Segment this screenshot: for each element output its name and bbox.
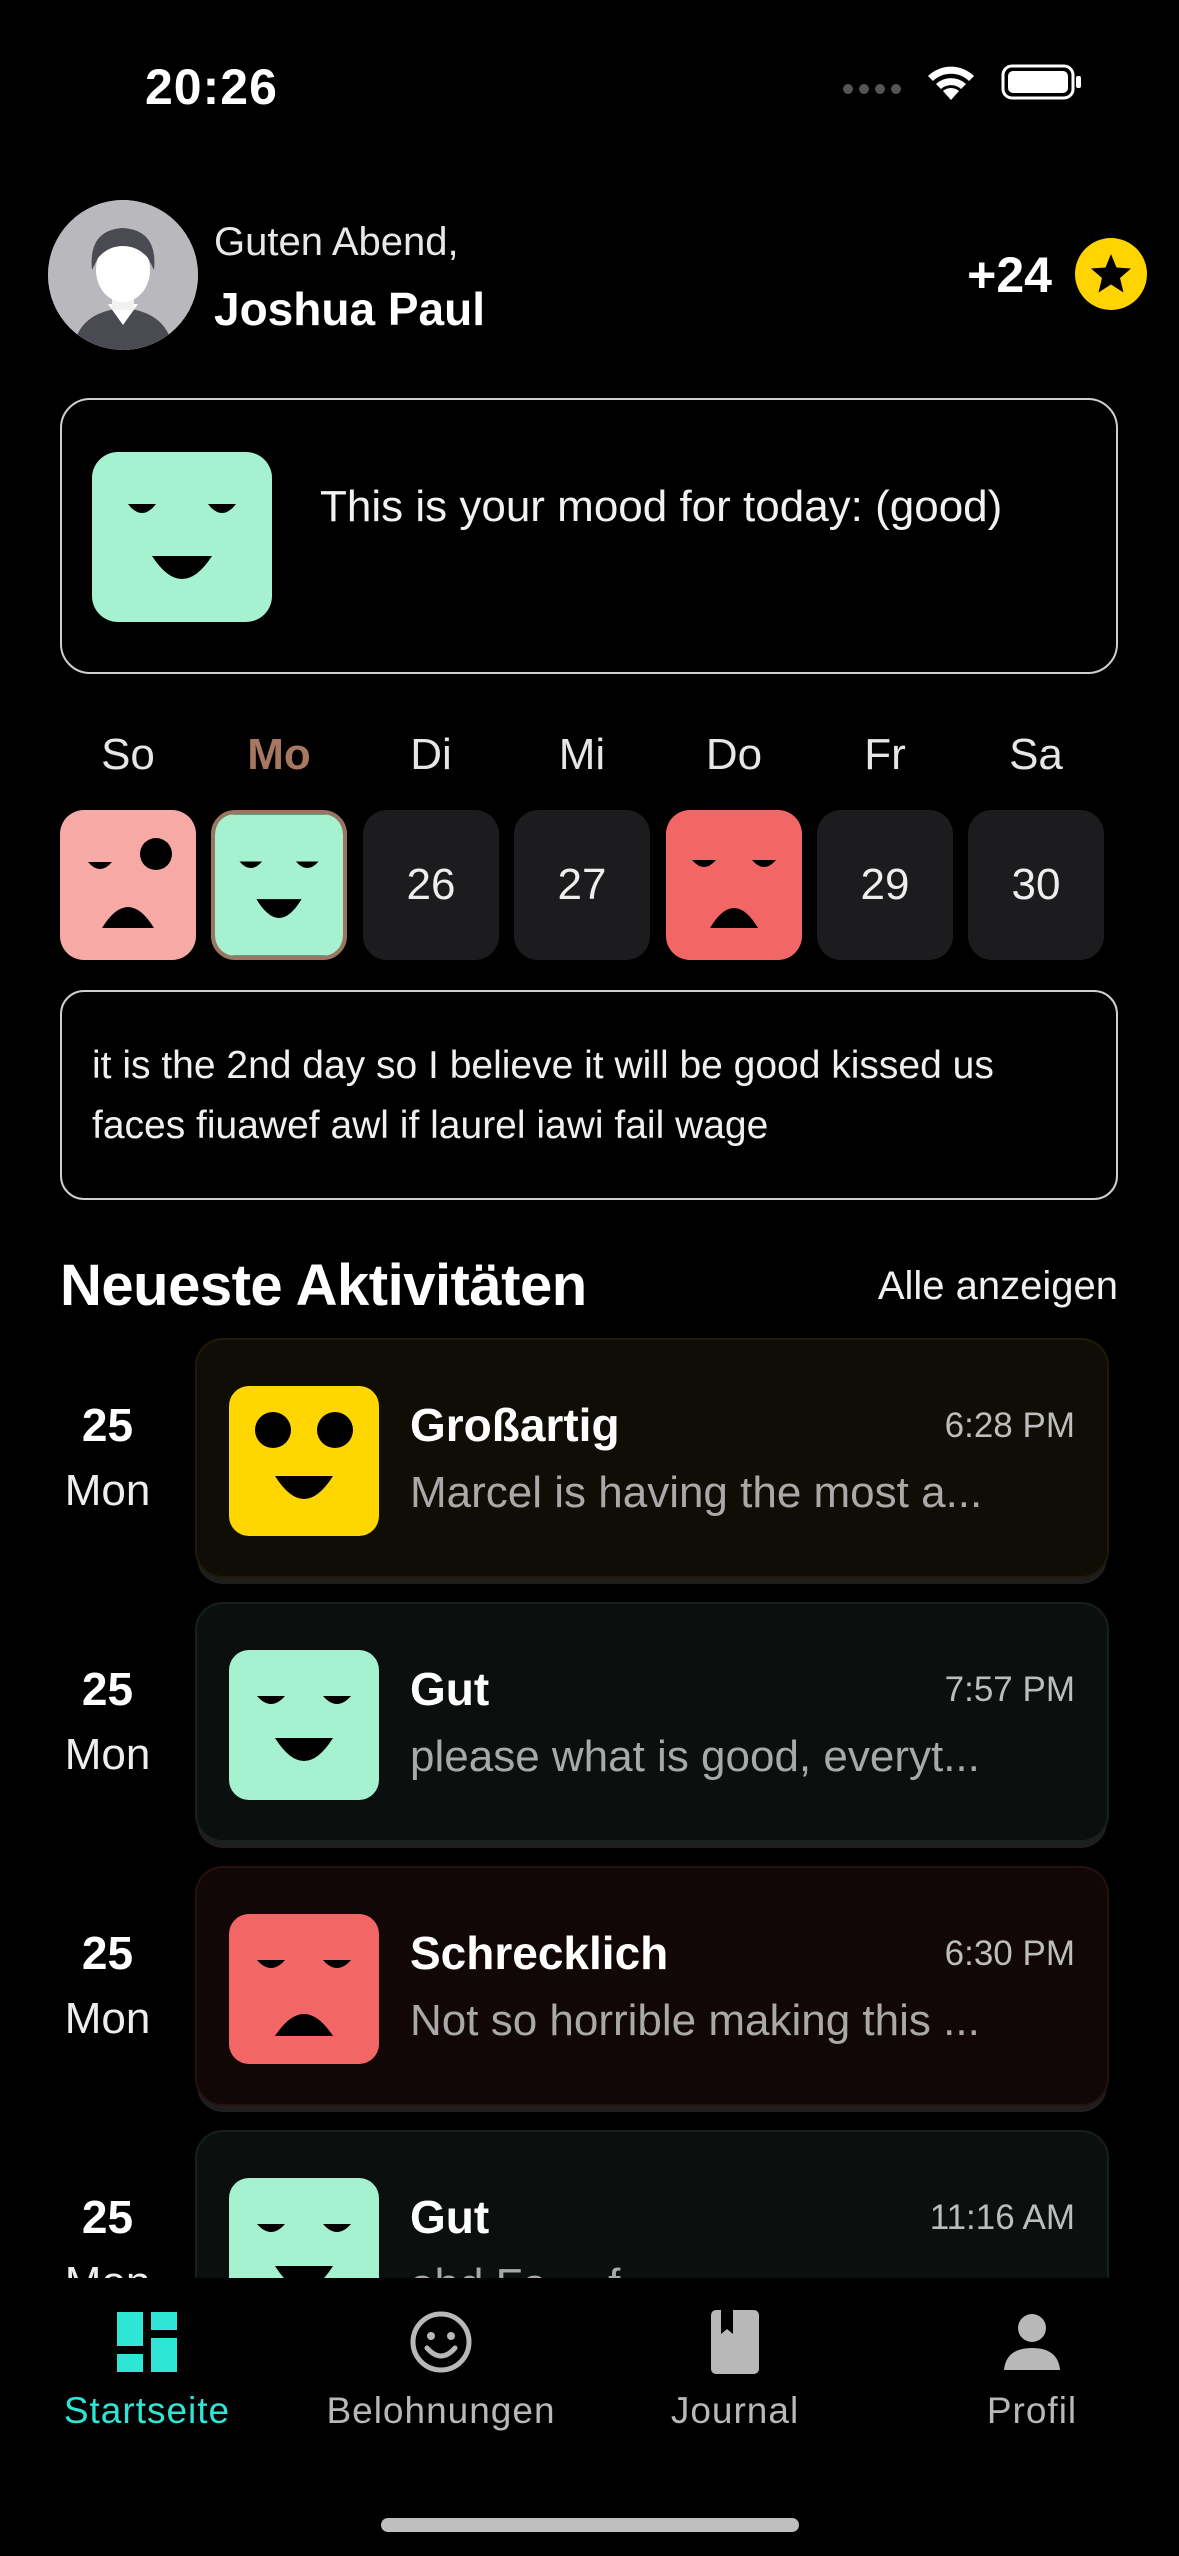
activity-day: 25	[81, 1663, 134, 1715]
activity-time: 6:30 PM	[944, 1934, 1075, 1973]
terrible-mood-face-icon	[666, 810, 802, 960]
day-cell-sa[interactable]: 30	[968, 810, 1104, 960]
book-icon	[711, 2310, 759, 2374]
dashboard-icon	[117, 2312, 177, 2372]
activity-month: Mon	[64, 1466, 151, 1515]
star-icon[interactable]	[1075, 238, 1147, 310]
day-cell-di[interactable]: 26	[363, 810, 499, 960]
activity-mood-label: Großartig	[410, 1399, 620, 1451]
activity-row[interactable]: 25 Mon Gut 11:16 AM ahd Fa.... f...	[0, 2130, 1179, 2278]
good-mood-face-icon	[215, 814, 343, 956]
day-cell-mi[interactable]: 27	[514, 810, 650, 960]
section-title-activities: Neueste Aktivitäten	[60, 1253, 587, 1318]
activity-date: 25 Mon	[40, 1602, 175, 1780]
activity-date: 25 Mon	[40, 1338, 175, 1516]
home-indicator[interactable]	[381, 2518, 799, 2532]
status-time: 20:26	[145, 59, 278, 115]
person-icon	[1004, 2314, 1060, 2370]
day-cell-so[interactable]	[60, 810, 196, 960]
see-all-link[interactable]: Alle anzeigen	[878, 1264, 1118, 1309]
activity-date: 25 Mon	[40, 1866, 175, 2044]
tab-profil[interactable]: Profil	[885, 2306, 1179, 2432]
wifi-icon	[928, 66, 974, 100]
weekday-label-mo: Mo	[247, 730, 311, 779]
tab-bar: Startseite Belohnungen Journal Profil	[0, 2280, 1179, 2556]
sad-mood-face-icon	[60, 810, 196, 960]
day-cell-fr[interactable]: 29	[817, 810, 953, 960]
activity-row[interactable]: 25 Mon Gut 7:57 PM please what is good, …	[0, 1602, 1179, 1842]
activity-card[interactable]: Gut 11:16 AM ahd Fa.... f...	[195, 2130, 1109, 2278]
todays-mood-text: This is your mood for today: (good)	[320, 482, 1003, 531]
activity-description: Marcel is having the most a...	[410, 1468, 983, 1517]
app-screen: 20:26 Guten Abend, Joshua Paul +24 This …	[0, 0, 1179, 2556]
tab-label: Startseite	[63, 2390, 231, 2431]
tab-journal[interactable]: Journal	[588, 2306, 882, 2432]
avatar[interactable]	[48, 200, 198, 350]
activity-time: 11:16 AM	[929, 2198, 1075, 2237]
day-cell-do[interactable]	[666, 810, 802, 960]
activity-description: ahd Fa.... f...	[410, 2260, 1075, 2278]
activity-row[interactable]: 25 Mon Großartig 6:28 PM Marcel is havin…	[0, 1338, 1179, 1578]
activity-card[interactable]: Großartig 6:28 PM Marcel is having the m…	[195, 1338, 1109, 1578]
activity-month: Mon	[64, 1730, 151, 1779]
weekday-label-sa: Sa	[1009, 730, 1063, 779]
activity-day: 25	[81, 2191, 134, 2243]
good-mood-face-icon	[92, 452, 272, 622]
activity-card[interactable]: Schrecklich 6:30 PM Not so horrible maki…	[195, 1866, 1109, 2106]
weekday-label-so: So	[101, 730, 155, 779]
activity-list[interactable]: 25 Mon Großartig 6:28 PM Marcel is havin…	[0, 1338, 1179, 2278]
activity-description: Not so horrible making this ...	[410, 1996, 980, 2045]
weekday-label-fr: Fr	[864, 730, 906, 779]
tab-label: Journal	[670, 2390, 800, 2431]
activity-mood-label: Gut	[410, 2191, 490, 2243]
activity-row[interactable]: 25 Mon Schrecklich 6:30 PM Not so horrib…	[0, 1866, 1179, 2106]
activity-date: 25 Mon	[40, 2130, 175, 2278]
user-name: Joshua Paul	[214, 283, 485, 335]
weekday-label-do: Do	[705, 730, 763, 779]
activity-month: Mon	[64, 1994, 151, 2043]
smiley-icon	[410, 2311, 472, 2373]
weekday-label-mi: Mi	[558, 730, 606, 779]
status-icons	[843, 62, 1083, 102]
activity-day: 25	[81, 1927, 134, 1979]
activity-description: please what is good, everyt...	[410, 1732, 980, 1781]
activity-day: 25	[81, 1399, 134, 1451]
great-mood-face-icon	[229, 1386, 379, 1536]
activity-mood-label: Schrecklich	[410, 1927, 669, 1979]
weekday-label-di: Di	[410, 730, 452, 779]
activity-time: 6:28 PM	[944, 1406, 1075, 1445]
tab-label: Profil	[986, 2390, 1078, 2431]
activity-time: 7:57 PM	[944, 1670, 1075, 1709]
day-cell-mo[interactable]	[211, 810, 347, 960]
activity-mood-label: Gut	[410, 1663, 490, 1715]
terrible-mood-face-icon	[229, 1914, 379, 2064]
points-count: +24	[967, 247, 1052, 303]
good-mood-face-icon	[229, 1650, 379, 1800]
tab-startseite[interactable]: Startseite	[0, 2306, 294, 2432]
todays-mood-card[interactable]: This is your mood for today: (good)	[60, 398, 1118, 674]
greeting-text: Guten Abend,	[214, 220, 459, 264]
activity-month: Mon	[40, 2258, 175, 2278]
activity-card[interactable]: Gut 7:57 PM please what is good, everyt.…	[195, 1602, 1109, 1842]
battery-icon	[1001, 64, 1081, 100]
tab-label: Belohnungen	[326, 2390, 556, 2431]
journal-note-card[interactable]: it is the 2nd day so I believe it will b…	[60, 990, 1118, 1200]
tab-belohnungen[interactable]: Belohnungen	[294, 2306, 588, 2432]
good-mood-face-icon	[229, 2178, 379, 2278]
cellular-signal-icon	[843, 84, 901, 94]
